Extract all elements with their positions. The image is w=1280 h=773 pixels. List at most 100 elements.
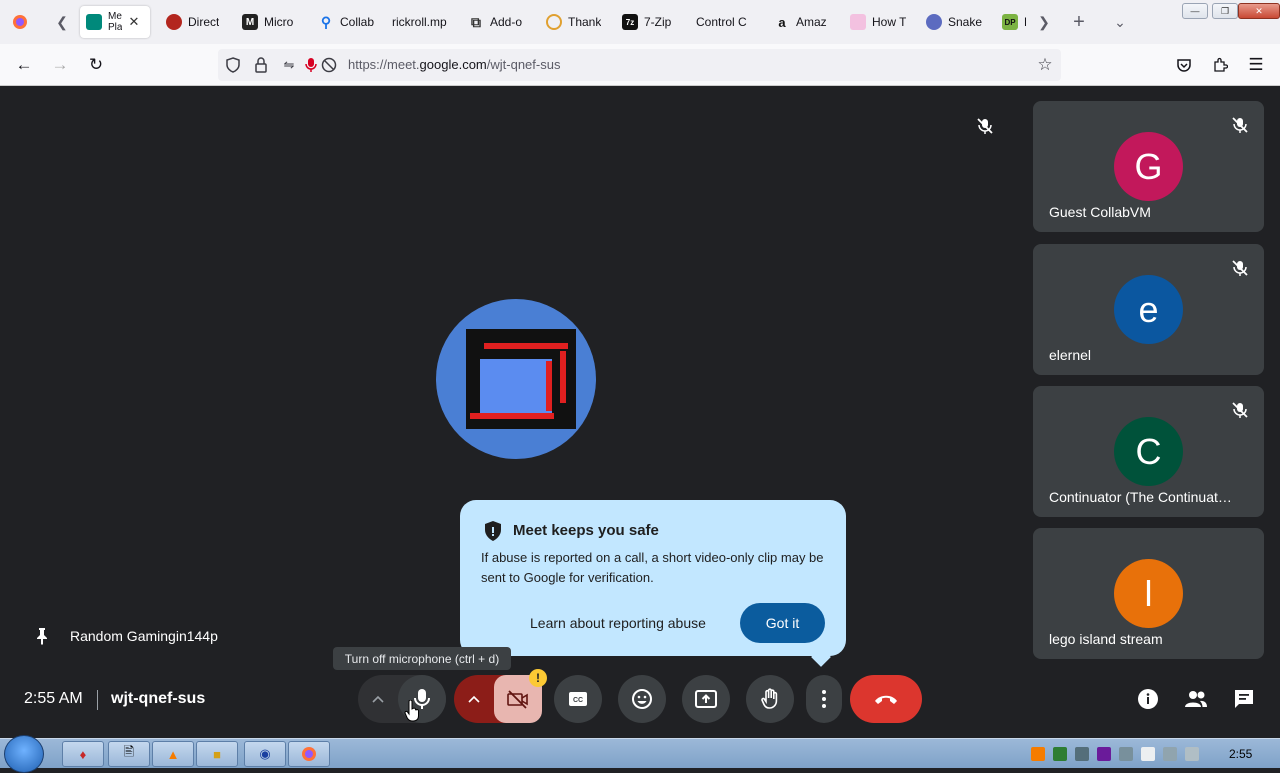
tab-label: Amaz — [796, 15, 827, 29]
participant-tile[interactable]: G Guest CollabVM — [1033, 101, 1264, 232]
microphone-tray-icon[interactable] — [1097, 747, 1111, 761]
avatar: e — [1114, 275, 1183, 344]
raise-hand-button[interactable] — [746, 675, 794, 723]
vlc-tray-icon[interactable] — [1031, 747, 1045, 761]
url-prefix: https://meet. — [348, 57, 420, 72]
tab-d[interactable]: DP D — [996, 6, 1032, 38]
folder-icon: ■ — [213, 746, 221, 762]
taskbar-app-headphones[interactable]: ◉ — [244, 741, 286, 767]
reload-icon[interactable]: ↻ — [84, 53, 108, 77]
url-path: /wjt-qnef-sus — [486, 57, 561, 72]
tab-label: Micro — [264, 15, 294, 29]
taskbar-app-notepad[interactable]: 🖹 — [108, 741, 150, 767]
chat-icon[interactable] — [1232, 687, 1256, 711]
got-it-button[interactable]: Got it — [740, 603, 825, 643]
popup-tail — [811, 647, 831, 667]
back-icon[interactable]: ← — [12, 53, 36, 77]
more-options-button[interactable] — [806, 675, 842, 723]
present-screen-button[interactable] — [682, 675, 730, 723]
tab-scroll-left-icon[interactable]: ❮ — [50, 10, 74, 34]
thank-favicon-icon — [546, 14, 562, 30]
audio-options-button[interactable] — [358, 675, 398, 723]
avatar: l — [1114, 559, 1183, 628]
restore-icon[interactable]: ❐ — [1212, 3, 1238, 19]
forward-icon[interactable]: → — [48, 53, 72, 77]
network-tray-icon[interactable] — [1053, 747, 1067, 761]
popup-body: If abuse is reported on a call, a short … — [481, 550, 824, 585]
main-participant-avatar — [436, 299, 596, 459]
bookmark-star-icon[interactable]: ☆ — [1036, 55, 1054, 74]
taskbar-app-vlc[interactable]: ▲ — [152, 741, 194, 767]
display-tray-icon[interactable] — [1119, 747, 1133, 761]
monitor-tray-icon[interactable] — [1163, 747, 1177, 761]
volume-tray-icon[interactable] — [1185, 747, 1199, 761]
list-tabs-icon[interactable]: ⌄ — [1108, 10, 1132, 34]
learn-reporting-abuse-link[interactable]: Learn about reporting abuse — [530, 615, 706, 631]
amazon-favicon-icon: a — [778, 14, 786, 30]
tab-howto[interactable]: How T — [844, 6, 916, 38]
firefox-menu-icon[interactable] — [8, 10, 32, 34]
pocket-icon[interactable] — [1172, 53, 1196, 77]
video-options-button[interactable] — [454, 675, 494, 723]
microphone-tooltip: Turn off microphone (ctrl + d) — [333, 647, 511, 670]
taskbar-app-firefox[interactable] — [288, 741, 330, 767]
new-tab-icon[interactable]: + — [1067, 10, 1091, 34]
tab-label: Thank — [568, 15, 602, 29]
tab-collab[interactable]: ⚲ Collab — [312, 6, 382, 38]
7zip-favicon-icon: 7z — [622, 14, 638, 30]
avatar: C — [1114, 417, 1183, 486]
camera-warning-badge: ! — [529, 669, 547, 687]
close-window-icon[interactable]: ✕ — [1238, 3, 1280, 19]
mic-off-icon — [1232, 117, 1248, 133]
close-tab-icon[interactable]: ✕ — [128, 14, 139, 30]
shield-icon[interactable] — [224, 56, 242, 74]
leave-call-button[interactable] — [850, 675, 922, 723]
divider — [97, 690, 98, 710]
hand-cursor-icon — [404, 700, 420, 722]
lock-icon[interactable] — [252, 56, 270, 74]
flag-tray-icon[interactable] — [1141, 747, 1155, 761]
tab-amazon[interactable]: a Amaz — [768, 6, 840, 38]
pin-icon[interactable] — [32, 626, 52, 646]
tab-label: Me — [108, 11, 122, 22]
direct-favicon-icon — [166, 14, 182, 30]
tab-7zip[interactable]: 7z 7-Zip — [616, 6, 688, 38]
taskbar-app-collab[interactable]: ♦ — [62, 741, 104, 767]
microphone-in-use-icon[interactable] — [302, 56, 320, 74]
tab-control[interactable]: Control C — [690, 6, 762, 38]
tab-thank[interactable]: Thank — [540, 6, 612, 38]
meet-favicon-icon — [86, 14, 102, 30]
people-icon[interactable] — [1184, 687, 1208, 711]
tab-meet[interactable]: Me Pla ✕ — [80, 6, 150, 38]
popup-title: Meet keeps you safe — [513, 522, 659, 539]
tab-addons[interactable]: ⧉ Add-o — [462, 6, 534, 38]
os-taskbar: ♦ 🖹 ▲ ■ ◉ 2:55 — [0, 735, 1280, 773]
microphone-control — [358, 675, 446, 723]
captions-button[interactable]: CC — [554, 675, 602, 723]
tab-micro[interactable]: M Micro — [236, 6, 306, 38]
tab-rickroll[interactable]: rickroll.mp — [386, 6, 458, 38]
reactions-button[interactable] — [618, 675, 666, 723]
meeting-details-icon[interactable] — [1136, 687, 1160, 711]
extensions-icon[interactable] — [1208, 53, 1232, 77]
chevron-up-icon — [468, 695, 480, 703]
device-tray-icon[interactable] — [1075, 747, 1089, 761]
tab-direct[interactable]: Direct — [160, 6, 230, 38]
permissions-icon[interactable]: ⇋ — [280, 56, 298, 74]
closed-captions-icon: CC — [569, 692, 587, 706]
camera-blocked-icon[interactable] — [320, 56, 338, 74]
minimize-icon[interactable]: — — [1182, 3, 1208, 19]
participant-tile[interactable]: C Continuator (The Continuat… — [1033, 386, 1264, 517]
tab-strip: ❮ Me Pla ✕ Direct M Micro ⚲ Collab rickro… — [0, 0, 1280, 44]
start-button[interactable] — [4, 735, 44, 773]
taskbar-clock[interactable]: 2:55 — [1229, 747, 1252, 761]
tab-scroll-right-icon[interactable]: ❯ — [1032, 10, 1056, 34]
url-text[interactable]: https://meet.google.com/wjt-qnef-sus — [348, 57, 560, 72]
app-menu-icon[interactable]: ☰ — [1244, 53, 1268, 77]
tab-snake[interactable]: Snake — [920, 6, 992, 38]
participant-tile[interactable]: l lego island stream — [1033, 528, 1264, 659]
participant-tile[interactable]: e elernel — [1033, 244, 1264, 375]
url-bar[interactable]: ⇋ https://meet.google.com/wjt-qnef-sus ☆ — [218, 49, 1061, 81]
hand-icon — [761, 688, 778, 709]
taskbar-app-explorer[interactable]: ■ — [196, 741, 238, 767]
